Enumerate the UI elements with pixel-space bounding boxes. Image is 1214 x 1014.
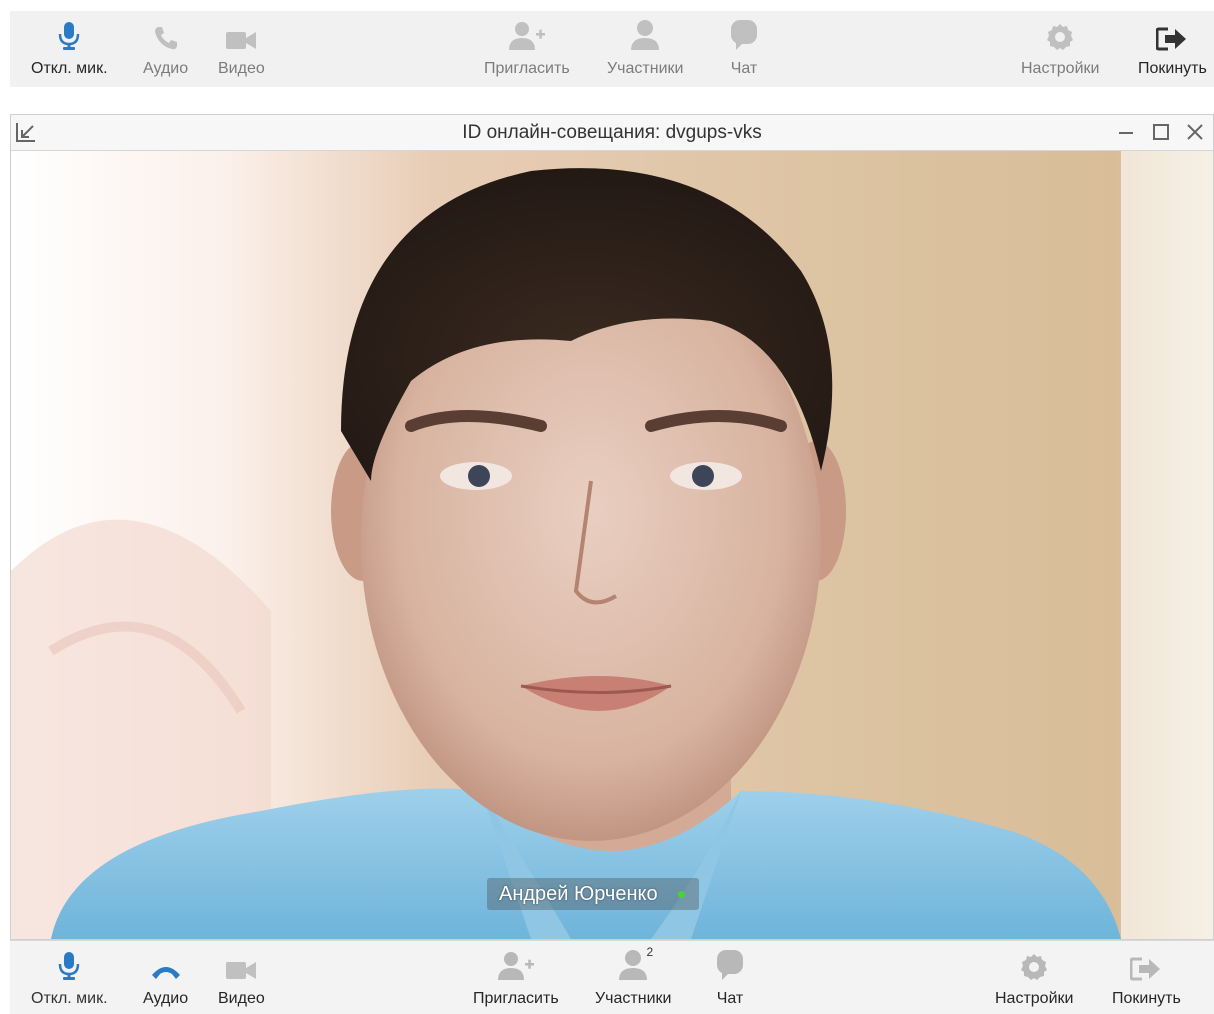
online-status-dot	[677, 890, 685, 898]
settings-label: Настройки	[1021, 60, 1100, 77]
close-icon[interactable]	[1184, 121, 1206, 143]
gear-icon	[1012, 941, 1056, 981]
exit-icon	[1124, 941, 1168, 981]
invite-label: Пригласить	[473, 990, 559, 1007]
top-toolbar: Откл. мик. Аудио Видео Пригласить Участн…	[10, 11, 1214, 87]
participant-name-tag: Андрей Юрченко	[487, 878, 699, 910]
leave-label: Покинуть	[1138, 60, 1207, 77]
window-title: ID онлайн-совещания: dvgups-vks	[462, 122, 762, 143]
chat-bubble-icon	[722, 11, 766, 51]
microphone-icon	[47, 11, 91, 51]
invite-label: Пригласить	[484, 60, 570, 77]
video-camera-icon	[219, 11, 263, 51]
audio-button[interactable]: Аудио	[143, 941, 188, 1014]
participants-button[interactable]: Участники	[607, 11, 683, 87]
mute-mic-button[interactable]: Откл. мик.	[31, 11, 108, 87]
bottom-toolbar: Откл. мик. Аудио Видео Пригласить 2 Учас…	[10, 940, 1214, 1014]
video-camera-icon	[219, 941, 263, 981]
meeting-window: ID онлайн-совещания: dvgups-vks Андрей Ю…	[10, 114, 1214, 940]
invite-button[interactable]: Пригласить	[473, 941, 559, 1014]
settings-button[interactable]: Настройки	[995, 941, 1073, 1014]
user-icon: 2	[611, 941, 655, 981]
video-label: Видео	[218, 60, 265, 77]
chat-label: Чат	[730, 60, 758, 77]
video-frame-image	[11, 151, 1213, 939]
exit-icon	[1150, 11, 1194, 51]
settings-button[interactable]: Настройки	[1021, 11, 1099, 87]
add-user-icon	[505, 11, 549, 51]
leave-button[interactable]: Покинуть	[1112, 941, 1181, 1014]
chat-bubble-icon	[708, 941, 752, 981]
add-user-icon	[494, 941, 538, 981]
invite-button[interactable]: Пригласить	[484, 11, 570, 87]
video-label: Видео	[218, 990, 265, 1007]
settings-label: Настройки	[995, 990, 1074, 1007]
mute-mic-label: Откл. мик.	[31, 990, 108, 1007]
phone-icon	[144, 11, 188, 51]
participant-name: Андрей Юрченко	[499, 882, 658, 905]
maximize-icon[interactable]	[1150, 121, 1172, 143]
chat-label: Чат	[716, 990, 744, 1007]
minimize-icon[interactable]	[1115, 121, 1137, 143]
participants-button[interactable]: 2 Участники	[595, 941, 671, 1014]
chat-button[interactable]: Чат	[708, 941, 752, 1014]
video-button[interactable]: Видео	[218, 941, 265, 1014]
participant-video-feed[interactable]: Андрей Юрченко	[11, 151, 1213, 939]
audio-label: Аудио	[143, 60, 189, 77]
audio-label: Аудио	[143, 990, 189, 1007]
microphone-icon	[47, 941, 91, 981]
leave-label: Покинуть	[1112, 990, 1181, 1007]
gear-icon	[1038, 11, 1082, 51]
hang-up-phone-icon	[144, 941, 188, 981]
mute-mic-button[interactable]: Откл. мик.	[31, 941, 108, 1014]
user-icon	[623, 11, 667, 51]
mute-mic-label: Откл. мик.	[31, 60, 108, 77]
chat-button[interactable]: Чат	[722, 11, 766, 87]
leave-button[interactable]: Покинуть	[1138, 11, 1207, 87]
participants-count-badge: 2	[646, 945, 654, 959]
participants-label: Участники	[595, 990, 672, 1007]
video-button[interactable]: Видео	[218, 11, 265, 87]
audio-button[interactable]: Аудио	[143, 11, 188, 87]
window-titlebar[interactable]: ID онлайн-совещания: dvgups-vks	[11, 115, 1213, 151]
participants-label: Участники	[607, 60, 684, 77]
